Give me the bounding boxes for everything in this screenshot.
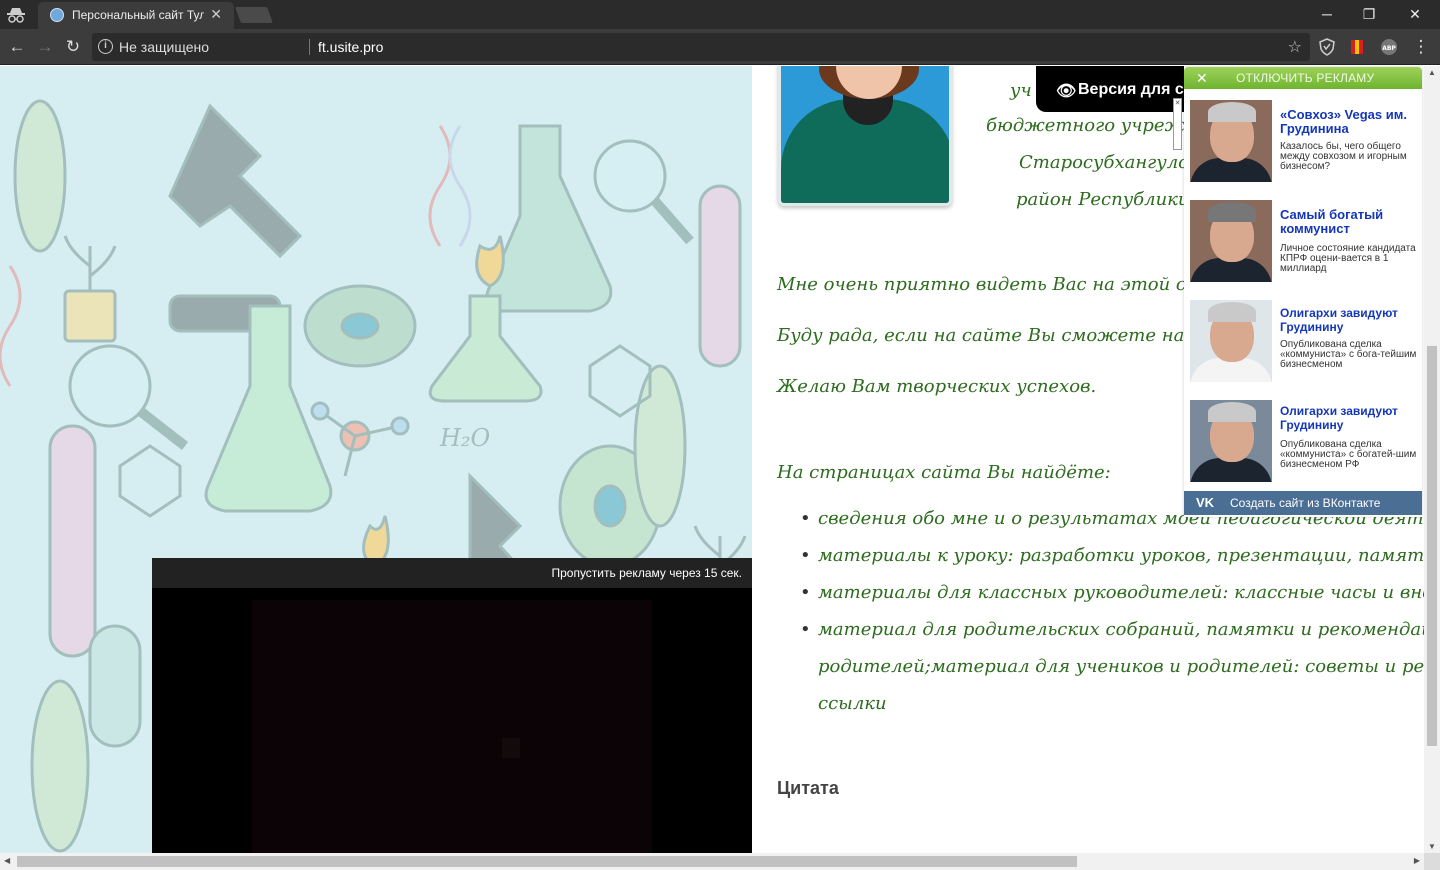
shield-extension-icon[interactable] — [1318, 38, 1336, 56]
ad-description[interactable]: Опубликована сделка «коммуниста» с бога-… — [1280, 340, 1420, 370]
scroll-down-icon[interactable]: ▼ — [1428, 842, 1436, 851]
ad-description[interactable]: Личное состояние кандидата КПРФ оцени-ва… — [1280, 244, 1420, 274]
list-item-continuation: родителей;материал для учеников и родите… — [800, 656, 1424, 693]
list-heading: На страницах сайта Вы найдёте: — [777, 462, 1111, 483]
list-item: материалы для классных руководителей: кл… — [800, 582, 1424, 619]
disable-ads-button[interactable]: ✕ ОТКЛЮЧИТЬ РЕКЛАМУ — [1184, 67, 1422, 89]
video-ad-bar: Пропустить рекламу через 15 сек. — [152, 558, 752, 588]
ad-item[interactable]: Олигархи завидуют Грудинину Опубликована… — [1188, 400, 1420, 484]
create-vk-site-label: Создать сайт из ВКонтакте — [1230, 496, 1381, 510]
ad-thumbnail[interactable] — [1190, 200, 1272, 282]
new-tab-button[interactable] — [235, 7, 273, 23]
ad-title[interactable]: Олигархи завидуют Грудинину — [1280, 404, 1420, 432]
ad-item[interactable]: «Совхоз» Vegas им. Грудинина Казалось бы… — [1188, 100, 1420, 184]
browser-toolbar: ← → ↻ i Не защищено ft.usite.pro ☆ ABP ⋮ — [0, 29, 1440, 65]
horizontal-scrollbar[interactable]: ◀ ▶ — [0, 853, 1424, 870]
wishes-paragraph: Желаю Вам творческих успехов. — [777, 376, 1097, 397]
address-bar[interactable]: i Не защищено ft.usite.pro ☆ — [92, 33, 1310, 61]
create-vk-site-button[interactable]: VK Создать сайт из ВКонтакте — [1184, 491, 1422, 515]
video-ad-screen[interactable] — [252, 600, 652, 853]
ad-title[interactable]: «Совхоз» Vegas им. Грудинина — [1280, 108, 1420, 136]
list-item-text: материалы для классных руководителей: кл… — [818, 582, 1424, 603]
quote-section-title: Цитата — [777, 778, 839, 798]
tab-close-icon[interactable]: ✕ — [210, 6, 222, 23]
accessibility-version-button[interactable]: 👁 Версия для с — [1036, 66, 1184, 112]
list-item-text: ссылки — [818, 693, 887, 714]
list-item: материалы к уроку: разработки уроков, пр… — [800, 545, 1424, 582]
horizontal-scroll-thumb[interactable] — [17, 856, 1077, 867]
ad-item[interactable]: Самый богатый коммунист Личное состояние… — [1188, 200, 1420, 284]
site-contents-list: сведения обо мне и о результатах моей пе… — [800, 508, 1424, 730]
list-item-text: родителей;материал для учеников и родите… — [818, 656, 1424, 677]
ad-thumbnail[interactable] — [1190, 400, 1272, 482]
flag-extension-icon[interactable] — [1348, 38, 1366, 56]
scrollbar-corner — [1424, 853, 1440, 870]
ad-thumbnail[interactable] — [1190, 300, 1272, 382]
list-item-text: материалы к уроку: разработки уроков, пр… — [818, 545, 1424, 566]
list-item-text: материал для родительских собраний, памя… — [818, 619, 1424, 640]
svg-text:ABP: ABP — [1382, 45, 1396, 52]
site-favicon-icon — [50, 8, 64, 22]
ad-title[interactable]: Олигархи завидуют Грудинину — [1280, 306, 1420, 334]
forward-icon[interactable]: → — [34, 36, 56, 58]
ad-close-strip-icon[interactable]: ✕ — [1173, 98, 1182, 150]
minimize-icon[interactable]: ─ — [1312, 4, 1342, 24]
ad-item[interactable]: Олигархи завидуют Грудинину Опубликована… — [1188, 300, 1420, 384]
vk-logo-icon: VK — [1196, 495, 1215, 510]
accessibility-version-label: Версия для с — [1078, 81, 1184, 98]
list-item-continuation: ссылки — [800, 693, 1424, 730]
incognito-icon — [6, 6, 26, 24]
scroll-right-icon[interactable]: ▶ — [1414, 856, 1420, 865]
scroll-left-icon[interactable]: ◀ — [4, 856, 10, 865]
address-separator — [309, 39, 310, 55]
profile-photo — [778, 66, 952, 206]
tab-strip: Персональный сайт Тул ✕ ─ ❐ ✕ — [0, 0, 1440, 29]
browser-tab[interactable]: Персональный сайт Тул ✕ — [38, 2, 234, 29]
ad-description[interactable]: Опубликована сделка «коммуниста» с богат… — [1280, 440, 1420, 470]
vertical-scrollbar[interactable]: ▲ ▼ — [1424, 66, 1440, 853]
ad-description[interactable]: Казалось бы, чего общего между совхозом … — [1280, 142, 1420, 172]
intro-line-1: уч — [1010, 80, 1032, 101]
security-label[interactable]: Не защищено — [119, 39, 209, 55]
video-ad-overlay[interactable]: Пропустить рекламу через 15 сек. — [152, 558, 752, 853]
back-icon[interactable]: ← — [6, 36, 28, 58]
close-window-icon[interactable]: ✕ — [1400, 4, 1430, 24]
intro-line-4: район Республики Б — [1016, 189, 1209, 210]
bookmark-star-icon[interactable]: ☆ — [1288, 37, 1302, 57]
ad-panel: ✕ ОТКЛЮЧИТЬ РЕКЛАМУ «Совхоз» Vegas им. Г… — [1184, 67, 1422, 517]
disable-ads-label: ОТКЛЮЧИТЬ РЕКЛАМУ — [1236, 71, 1375, 85]
tab-title: Персональный сайт Тул — [72, 8, 204, 22]
eye-icon: 👁 — [1056, 83, 1077, 100]
restore-icon[interactable]: ❐ — [1354, 4, 1384, 24]
menu-dots-icon[interactable]: ⋮ — [1410, 36, 1432, 58]
ad-title[interactable]: Самый богатый коммунист — [1280, 208, 1420, 236]
abp-extension-icon[interactable]: ABP — [1380, 38, 1398, 56]
close-icon: ✕ — [1196, 70, 1208, 86]
intro-line-3: Старосубхангулово — [1019, 152, 1211, 173]
vertical-scroll-thumb[interactable] — [1427, 346, 1437, 746]
info-icon[interactable]: i — [98, 39, 113, 54]
reload-icon[interactable]: ↻ — [62, 36, 84, 58]
svg-text:H₂O: H₂O — [439, 424, 491, 452]
list-item: материал для родительских собраний, памя… — [800, 619, 1424, 656]
ad-thumbnail[interactable] — [1190, 100, 1272, 182]
scroll-up-icon[interactable]: ▲ — [1428, 68, 1436, 77]
skip-ad-countdown[interactable]: Пропустить рекламу через 15 сек. — [551, 566, 742, 580]
url-text[interactable]: ft.usite.pro — [318, 39, 383, 55]
